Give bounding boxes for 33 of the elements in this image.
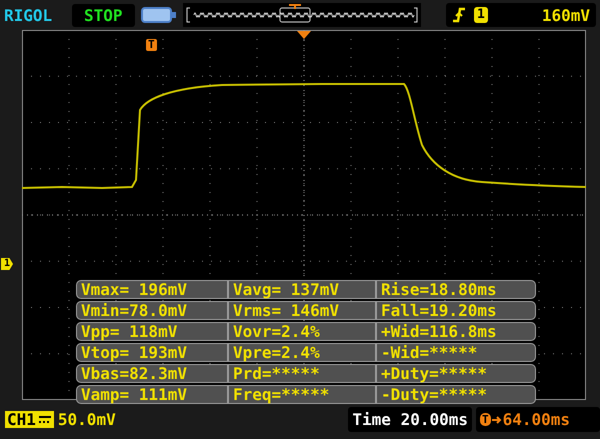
vertical-scale: 50.0mV bbox=[58, 410, 116, 429]
channel-marker[interactable]: 1 bbox=[1, 258, 14, 270]
measurement-cell: Rise=18.80ms bbox=[376, 280, 536, 299]
measurement-cell: Vpp= 118mV bbox=[76, 322, 228, 341]
measurement-cell: Prd=***** bbox=[228, 364, 376, 383]
measurement-cell: -Duty=***** bbox=[376, 385, 536, 404]
trigger-marker[interactable]: T bbox=[146, 39, 157, 51]
trigger-offset[interactable]: 64.00ms bbox=[502, 410, 570, 429]
measurement-cell: Vovr=2.4% bbox=[228, 322, 376, 341]
arrow-icon bbox=[492, 414, 502, 424]
measurement-cell: Vamp= 111mV bbox=[76, 385, 228, 404]
run-state[interactable]: STOP bbox=[72, 4, 135, 26]
measurement-cell: +Duty=***** bbox=[376, 364, 536, 383]
trigger-source-badge: 1 bbox=[474, 7, 488, 23]
trigger-level: 160mV bbox=[542, 6, 590, 24]
rising-edge-icon bbox=[452, 7, 466, 23]
measurement-cell: Vavg= 137mV bbox=[228, 280, 376, 299]
measurement-cell: -Wid=***** bbox=[376, 343, 536, 362]
coupling-icon bbox=[38, 414, 52, 426]
channel-badge[interactable]: CH1 bbox=[5, 411, 54, 428]
measurement-cell: Freq=***** bbox=[228, 385, 376, 404]
trigger-position-icon[interactable] bbox=[297, 31, 311, 39]
measurement-cell: Vpre=2.4% bbox=[228, 343, 376, 362]
trigger-offset-badge: T bbox=[480, 413, 491, 426]
measurement-cell: Fall=19.20ms bbox=[376, 301, 536, 320]
timebase-readout[interactable]: Time 20.00ms bbox=[348, 407, 472, 432]
measurement-cell: Vrms= 146mV bbox=[228, 301, 376, 320]
measurement-cell: Vmax= 196mV bbox=[76, 280, 228, 299]
brand-logo: RIGOL bbox=[4, 6, 54, 24]
measurement-cell: Vmin=78.0mV bbox=[76, 301, 228, 320]
measurement-cell: +Wid=116.8ms bbox=[376, 322, 536, 341]
measurement-cell: Vbas=82.3mV bbox=[76, 364, 228, 383]
measurement-cell: Vtop= 193mV bbox=[76, 343, 228, 362]
